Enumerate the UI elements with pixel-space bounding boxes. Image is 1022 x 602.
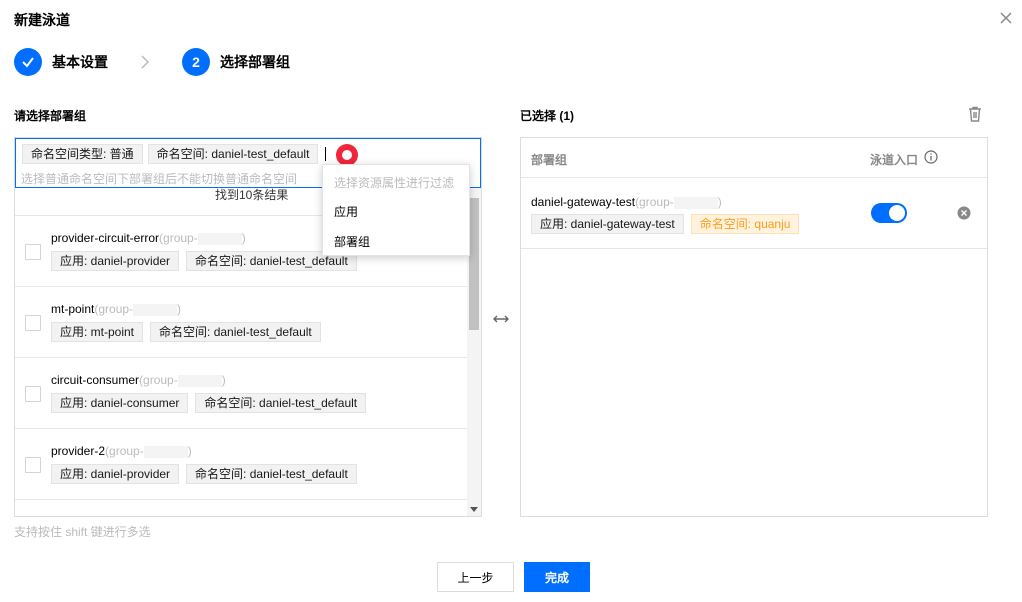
text-caret bbox=[325, 147, 327, 161]
chevron-right-icon bbox=[141, 55, 150, 69]
row-group-id: (group- bbox=[139, 373, 178, 387]
row-name: provider-circuit-error bbox=[51, 231, 160, 245]
redacted-area bbox=[133, 303, 178, 316]
list-item[interactable]: provider-2(group-) 应用: daniel-provider 命… bbox=[15, 428, 467, 499]
row-group-id: (group- bbox=[105, 444, 144, 458]
redacted-area bbox=[673, 196, 718, 209]
lane-entry-toggle[interactable] bbox=[871, 203, 907, 223]
dialog-title: 新建泳道 bbox=[14, 12, 70, 28]
scroll-down-arrow-icon[interactable] bbox=[470, 507, 478, 512]
trash-icon[interactable] bbox=[966, 105, 984, 123]
search-placeholder: 选择普通命名空间下部署组后不能切换普通命名空间 bbox=[21, 172, 298, 186]
step-1-label: 基本设置 bbox=[52, 54, 108, 70]
list-item[interactable]: mt-point(group-) 应用: mt-point 命名空间: dani… bbox=[15, 286, 467, 357]
row-checkbox[interactable] bbox=[25, 386, 41, 402]
row-name: provider-2 bbox=[51, 444, 106, 458]
app-tag: 应用: daniel-consumer bbox=[51, 393, 189, 413]
row-name: daniel-gateway-test bbox=[531, 195, 636, 209]
dropdown-item-group[interactable]: 部署组 bbox=[334, 233, 370, 250]
remove-circle-icon[interactable] bbox=[957, 206, 971, 220]
step-2-label: 选择部署组 bbox=[220, 54, 290, 70]
row-checkbox[interactable] bbox=[25, 457, 41, 473]
search-tag-ns[interactable]: 命名空间: daniel-test_default bbox=[147, 144, 319, 164]
scroll-thumb[interactable] bbox=[469, 198, 479, 330]
app-tag: 应用: daniel-provider bbox=[51, 251, 180, 271]
prev-step-button[interactable]: 上一步 bbox=[437, 562, 514, 592]
transfer-arrows-icon bbox=[493, 315, 509, 323]
selected-item: daniel-gateway-test(group-) 应用: daniel-g… bbox=[521, 178, 987, 249]
app-tag: 应用: mt-point bbox=[51, 322, 144, 342]
step-2-number: 2 bbox=[182, 48, 210, 76]
dropdown-item-app[interactable]: 应用 bbox=[334, 203, 358, 220]
namespace-tag: 命名空间: daniel-test_default bbox=[186, 464, 357, 484]
app-tag: 应用: daniel-gateway-test bbox=[531, 214, 684, 234]
app-tag: 应用: daniel-provider bbox=[51, 464, 180, 484]
search-tag-ns-type[interactable]: 命名空间类型: 普通 bbox=[22, 144, 143, 164]
col-entry-header: 泳道入口 bbox=[870, 153, 919, 167]
selected-list-panel: 部署组 泳道入口 daniel-gateway-test(group-) 应用:… bbox=[520, 137, 988, 517]
col-group-header: 部署组 bbox=[531, 153, 568, 167]
steps-bar: 基本设置 2 选择部署组 bbox=[14, 48, 290, 76]
list-item[interactable] bbox=[15, 499, 467, 516]
row-checkbox[interactable] bbox=[25, 315, 41, 331]
redacted-area bbox=[177, 374, 222, 387]
finish-button[interactable]: 完成 bbox=[524, 562, 590, 592]
close-icon[interactable] bbox=[998, 10, 1014, 26]
row-name: mt-point bbox=[51, 302, 95, 316]
right-section-label: 已选择 (1) bbox=[520, 109, 575, 123]
namespace-tag: 命名空间: quanju bbox=[690, 214, 800, 234]
dropdown-hint: 选择资源属性进行过滤 bbox=[334, 176, 455, 190]
left-section-label: 请选择部署组 bbox=[14, 109, 87, 123]
row-group-id: (group- bbox=[635, 195, 674, 209]
multi-select-hint: 支持按住 shift 键进行多选 bbox=[14, 525, 151, 539]
redacted-area bbox=[197, 232, 242, 245]
step-done-icon bbox=[14, 48, 42, 76]
record-indicator-icon bbox=[336, 144, 358, 166]
row-group-id: (group- bbox=[159, 231, 198, 245]
result-count: 找到10条结果 bbox=[215, 188, 289, 202]
redacted-area bbox=[143, 445, 188, 458]
list-item[interactable]: circuit-consumer(group-) 应用: daniel-cons… bbox=[15, 357, 467, 428]
namespace-tag: 命名空间: daniel-test_default bbox=[195, 393, 367, 413]
row-checkbox[interactable] bbox=[25, 244, 41, 260]
namespace-tag: 命名空间: daniel-test_default bbox=[150, 322, 321, 342]
row-group-id: (group- bbox=[94, 302, 134, 316]
filter-dropdown: 选择资源属性进行过滤 应用 部署组 bbox=[322, 164, 470, 256]
info-icon[interactable] bbox=[924, 150, 938, 164]
row-name: circuit-consumer bbox=[51, 373, 140, 387]
selected-list-header: 部署组 泳道入口 bbox=[521, 138, 987, 178]
